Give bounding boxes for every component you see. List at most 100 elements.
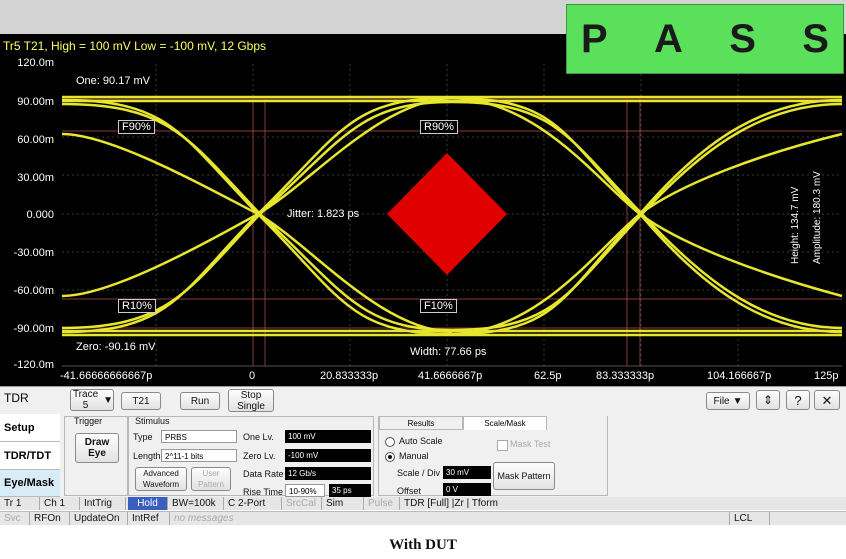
status-svc[interactable]: Svc: [0, 512, 30, 525]
manual-radio[interactable]: [385, 452, 395, 462]
status-intref[interactable]: IntRef: [128, 512, 170, 525]
pass-letter-p: P: [581, 16, 608, 61]
status-srccal[interactable]: SrcCal: [282, 497, 322, 510]
tdr-label: TDR: [4, 391, 29, 405]
plot-title: Tr5 T21, High = 100 mV Low = -100 mV, 12…: [3, 39, 267, 53]
offset-label: Offset: [397, 486, 421, 496]
status-tdr-mode[interactable]: TDR [Full] |Zr | Tform: [400, 497, 846, 510]
mask-test-checkbox[interactable]: [497, 440, 508, 451]
zero-level-label: Zero: -90.16 mV: [76, 341, 156, 353]
tab-eye-mask[interactable]: Eye/Mask: [0, 470, 60, 497]
jitter-label: Jitter: 1.823 ps: [287, 208, 360, 220]
y-tick-label: 120.0m: [17, 57, 54, 69]
y-tick-label: 60.00m: [17, 134, 54, 146]
figure-caption: With DUT: [389, 537, 457, 553]
auto-scale-label: Auto Scale: [399, 436, 443, 446]
tab-results[interactable]: Results: [379, 416, 463, 430]
status-rfon[interactable]: RFOn: [30, 512, 70, 525]
pass-letter-a: A: [654, 16, 683, 61]
draw-eye-button[interactable]: Draw Eye: [75, 433, 119, 463]
pass-letter-s1: S: [729, 16, 756, 61]
trigger-group: Trigger Draw Eye: [64, 416, 128, 496]
r90-marker: R90%: [420, 120, 458, 134]
length-select[interactable]: 2^11-1 bits: [161, 449, 237, 462]
rise-time-label: Rise Time: [243, 487, 284, 497]
status-2port[interactable]: C 2-Port: [224, 497, 282, 510]
t21-button[interactable]: T21: [121, 392, 161, 410]
scale-div-label: Scale / Div: [397, 468, 441, 478]
updown-icon[interactable]: ⇕: [756, 390, 780, 410]
tab-scale-mask[interactable]: Scale/Mask: [463, 416, 547, 430]
amplitude-label: Amplitude: 180.3 mV: [812, 171, 823, 264]
rise-time-select[interactable]: 10-90%: [285, 484, 325, 497]
scale-mask-group: Results Scale/Mask Auto Scale Manual Sca…: [378, 416, 608, 496]
status-messages: no messages: [170, 512, 730, 525]
f10-marker: F10%: [420, 299, 457, 313]
tab-tdr-tdt[interactable]: TDR/TDT: [0, 442, 60, 470]
status-ch1[interactable]: Ch 1: [40, 497, 80, 510]
y-tick-label: -60.00m: [13, 285, 54, 297]
status-bw[interactable]: BW=100k: [168, 497, 224, 510]
data-rate-input[interactable]: 12 Gb/s: [285, 467, 371, 480]
status-lcl[interactable]: LCL: [730, 512, 770, 525]
one-level-input[interactable]: 100 mV: [285, 430, 371, 443]
trigger-title: Trigger: [74, 416, 103, 426]
zero-level-field-label: Zero Lv.: [243, 451, 276, 461]
status-tr1[interactable]: Tr 1: [0, 497, 40, 510]
offset-input[interactable]: 0 V: [443, 483, 491, 496]
y-tick-label: 0.000: [26, 209, 54, 221]
y-tick-label: -120.0m: [13, 359, 54, 371]
y-tick-label: -30.00m: [13, 247, 54, 259]
x-tick-label: -41.66666666667p: [60, 370, 153, 382]
rise-time-input[interactable]: 35 ps: [329, 484, 371, 497]
y-tick-label: 30.00m: [17, 172, 54, 184]
type-label: Type: [133, 432, 153, 442]
trace-label: Trace 5: [72, 389, 99, 411]
dropdown-icon: ▼: [103, 394, 113, 406]
type-select[interactable]: PRBS: [161, 430, 237, 443]
scale-div-input[interactable]: 30 mV: [443, 466, 491, 479]
run-button[interactable]: Run: [180, 392, 220, 410]
help-button[interactable]: ?: [786, 390, 810, 410]
status-bar-bottom: Svc RFOn UpdateOn IntRef no messages LCL: [0, 511, 846, 525]
x-tick-label: 0: [249, 370, 256, 382]
data-rate-label: Data Rate: [243, 469, 284, 479]
x-tick-label: 62.5p: [534, 370, 562, 382]
f90-marker: F90%: [118, 120, 155, 134]
zero-level-input[interactable]: -100 mV: [285, 449, 371, 462]
length-label: Length: [133, 451, 161, 461]
mask-pattern-button[interactable]: Mask Pattern: [493, 462, 555, 490]
x-tick-label: 83.333333p: [596, 370, 655, 382]
status-sim[interactable]: Sim: [322, 497, 364, 510]
tab-setup[interactable]: Setup: [0, 414, 60, 442]
width-label: Width: 77.66 ps: [410, 346, 487, 358]
r10-marker: R10%: [118, 299, 156, 313]
status-bar-top: Tr 1 Ch 1 IntTrig Hold BW=100k C 2-Port …: [0, 497, 846, 510]
mask-test-label: Mask Test: [510, 439, 551, 449]
pass-indicator: P A S S: [566, 4, 844, 74]
x-tick-label: 125p: [814, 370, 839, 382]
status-inttrig[interactable]: IntTrig: [80, 497, 126, 510]
eye-mask-polygon: [387, 153, 507, 275]
eye-diagram-plot[interactable]: Tr5 T21, High = 100 mV Low = -100 mV, 12…: [0, 34, 846, 386]
x-tick-label: 20.833333p: [320, 370, 379, 382]
height-label: Height: 134.7 mV: [790, 186, 801, 264]
dropdown-icon: ▼: [732, 395, 743, 407]
stimulus-title: Stimulus: [135, 416, 170, 426]
advanced-waveform-button[interactable]: Advanced Waveform: [135, 467, 187, 491]
y-tick-label: 90.00m: [17, 96, 54, 108]
stop-single-button[interactable]: Stop Single: [228, 389, 274, 412]
status-updateon[interactable]: UpdateOn: [70, 512, 128, 525]
status-pulse[interactable]: Pulse: [364, 497, 400, 510]
close-button[interactable]: ✕: [814, 390, 840, 410]
trace-select-button[interactable]: Trace 5 ▼: [70, 389, 114, 411]
stimulus-group: Stimulus Type PRBS Length 2^11-1 bits Ad…: [128, 416, 374, 497]
one-level-field-label: One Lv.: [243, 432, 274, 442]
file-menu-button[interactable]: File ▼: [706, 392, 750, 410]
control-panel: TDR Trace 5 ▼ T21 Run Stop Single File ▼ ⇕…: [0, 386, 846, 497]
x-tick-label: 104.166667p: [707, 370, 772, 382]
user-pattern-button[interactable]: User Pattern: [191, 467, 231, 491]
manual-label: Manual: [399, 451, 429, 461]
auto-scale-radio[interactable]: [385, 437, 395, 447]
status-hold[interactable]: Hold: [128, 497, 168, 510]
